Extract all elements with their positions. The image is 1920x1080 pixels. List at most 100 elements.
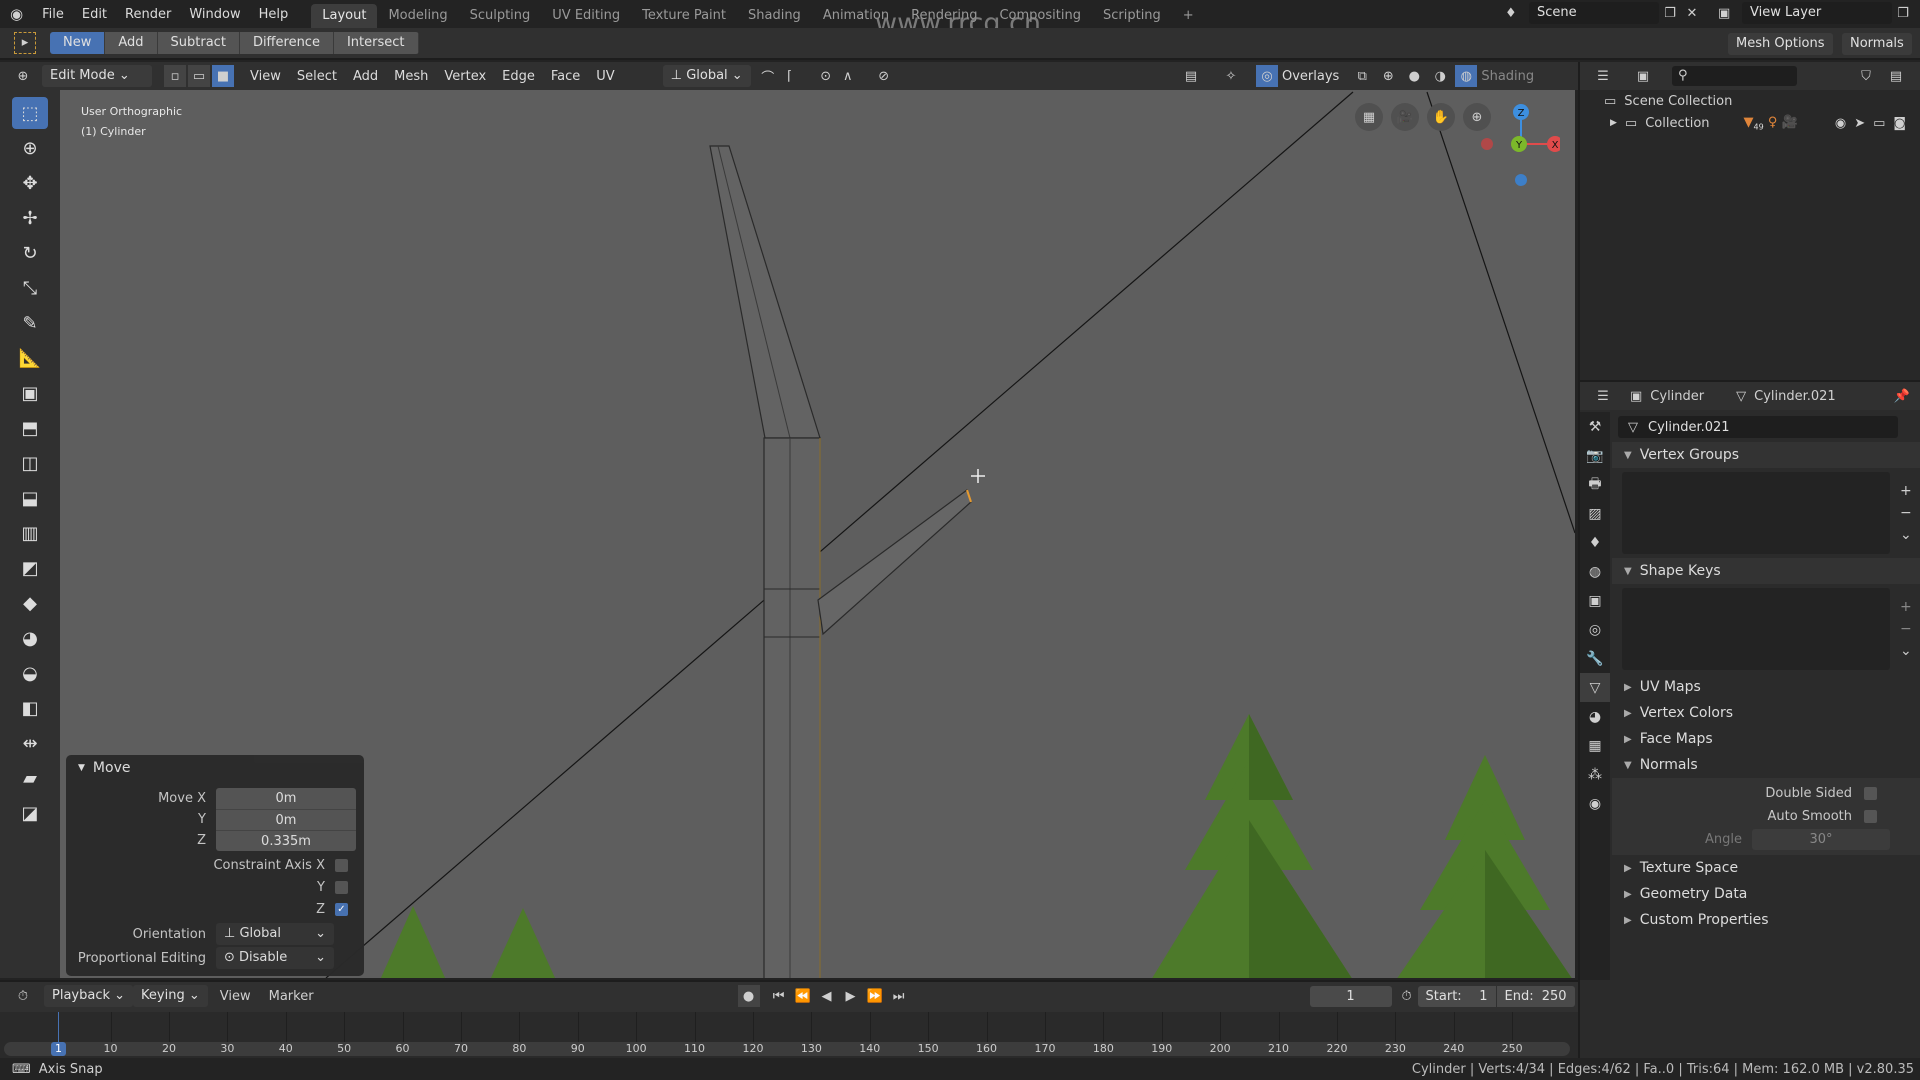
view-object-types-icon[interactable]: ▤	[1180, 65, 1202, 87]
scene-name[interactable]: Scene	[1529, 2, 1659, 24]
outliner-search-input[interactable]: ⚲	[1672, 66, 1797, 86]
vertex-groups-list[interactable]	[1622, 472, 1890, 554]
select-box-tool-icon[interactable]: ▸	[14, 32, 36, 54]
copy-scene-icon[interactable]: ❐	[1659, 2, 1681, 24]
mesh-datablock-field[interactable]: ▽ Cylinder.021	[1618, 416, 1898, 438]
pivot-icon[interactable]: ⊘	[873, 65, 895, 87]
jump-start-icon[interactable]: ⏮	[768, 985, 790, 1007]
overlays-dropdown[interactable]: Overlays	[1282, 69, 1339, 84]
remove-icon[interactable]: −	[1900, 502, 1912, 524]
render-tab-icon[interactable]: 📷	[1580, 441, 1610, 470]
overlays-toggle-icon[interactable]: ◎	[1256, 65, 1278, 87]
editor-type-icon[interactable]: ⊕	[12, 65, 34, 87]
constraint-x-checkbox[interactable]	[335, 858, 348, 872]
menu-view[interactable]: View	[242, 69, 289, 84]
panel-shape-keys[interactable]: ▼ Shape Keys	[1612, 558, 1920, 584]
shading-dropdown[interactable]: Shading	[1481, 69, 1534, 84]
xray-toggle-icon[interactable]: ⧉	[1351, 65, 1373, 87]
particles-tab-icon[interactable]: ⁂	[1580, 760, 1610, 789]
loop-cut-tool-icon[interactable]: ▥	[12, 517, 48, 549]
menu-add[interactable]: Add	[345, 69, 386, 84]
tab-uv-editing[interactable]: UV Editing	[541, 4, 631, 28]
move-axis-tool-icon[interactable]: ✢	[12, 202, 48, 234]
double-sided-checkbox[interactable]	[1864, 787, 1877, 800]
panel-vertex-colors[interactable]: ▶ Vertex Colors	[1612, 700, 1920, 726]
normals-dropdown[interactable]: Normals	[1842, 33, 1912, 55]
move-x-field[interactable]: 0m	[216, 788, 356, 809]
constraint-y-checkbox[interactable]	[335, 880, 348, 894]
shrink-fatten-tool-icon[interactable]: ⇹	[12, 727, 48, 759]
gizmo-toggle-icon[interactable]: ✧	[1220, 65, 1242, 87]
close-scene-icon[interactable]: ✕	[1681, 2, 1703, 24]
play-icon[interactable]: ▶	[840, 985, 862, 1007]
mode-add-button[interactable]: Add	[105, 32, 158, 54]
close-view-layer-icon[interactable]: ✕	[1914, 2, 1920, 24]
pan-hand-icon[interactable]: ✋	[1427, 103, 1455, 131]
output-tab-icon[interactable]: 🖶	[1580, 470, 1610, 499]
measure-tool-icon[interactable]: 📐	[12, 342, 48, 374]
tab-sculpting[interactable]: Sculpting	[459, 4, 542, 28]
pin-icon[interactable]: 📌	[1894, 389, 1910, 404]
mode-subtract-button[interactable]: Subtract	[157, 32, 240, 54]
display-mode-icon[interactable]: ☰	[1592, 65, 1614, 87]
modifier-tab-icon[interactable]: 🔧	[1580, 644, 1610, 673]
timeline-track[interactable]: 10 20 30 40 50 60 70 80 90 100 110 120 130 140 150 160 1…	[0, 1012, 1578, 1058]
proportional-editing-select[interactable]: ⊙ Disable ⌄	[216, 947, 334, 969]
copy-view-layer-icon[interactable]: ❐	[1892, 2, 1914, 24]
record-icon[interactable]: ●	[737, 985, 760, 1007]
world-tab-icon[interactable]: ◍	[1580, 557, 1610, 586]
tab-texture-paint[interactable]: Texture Paint	[631, 4, 737, 28]
auto-smooth-checkbox[interactable]	[1864, 810, 1877, 823]
inset-tool-icon[interactable]: ◫	[12, 447, 48, 479]
bevel-tool-icon[interactable]: ⬓	[12, 482, 48, 514]
rendered-shading-icon[interactable]: ◍	[1455, 65, 1478, 87]
spin-tool-icon[interactable]: ◕	[12, 622, 48, 654]
material-shading-icon[interactable]: ◑	[1429, 65, 1451, 87]
menu-select[interactable]: Select	[289, 69, 345, 84]
add-icon[interactable]: +	[1900, 596, 1912, 618]
mode-dropdown[interactable]: Edit Mode ⌄	[42, 65, 152, 87]
material-tab-icon[interactable]: ◕	[1580, 702, 1610, 731]
move-y-field[interactable]: 0m	[216, 809, 356, 830]
panel-geometry-data[interactable]: ▶ Geometry Data	[1612, 881, 1920, 907]
menu-window[interactable]: Window	[180, 7, 249, 22]
timeline-view-menu[interactable]: View	[220, 989, 251, 1004]
orientation-dropdown[interactable]: ⊥ Global ⌄	[662, 65, 751, 87]
rotate-tool-icon[interactable]: ↻	[12, 237, 48, 269]
menu-face[interactable]: Face	[543, 69, 588, 84]
editor-type-icon[interactable]: ⏱	[12, 985, 34, 1007]
move-tool-icon[interactable]: ✥	[12, 167, 48, 199]
new-collection-icon[interactable]: ▤	[1885, 65, 1907, 87]
jump-end-icon[interactable]: ⏭	[888, 985, 910, 1007]
add-icon[interactable]: +	[1900, 480, 1912, 502]
scale-tool-icon[interactable]: ⤡	[12, 272, 48, 304]
mode-intersect-button[interactable]: Intersect	[333, 32, 419, 54]
object-tab-icon[interactable]: ▣	[1580, 586, 1610, 615]
falloff-icon[interactable]: ∧	[837, 65, 859, 87]
cursor-tool-icon[interactable]: ⊕	[12, 132, 48, 164]
next-keyframe-icon[interactable]: ⏩	[864, 985, 886, 1007]
keying-menu[interactable]: Keying ⌄	[133, 985, 208, 1007]
blender-logo-icon[interactable]: ◉	[10, 5, 23, 23]
proportional-edit-icon[interactable]: ⊙	[815, 65, 837, 87]
tool-tab-icon[interactable]: ⚒	[1580, 412, 1610, 441]
menu-help[interactable]: Help	[250, 7, 298, 22]
view-layer-name[interactable]: View Layer	[1742, 2, 1892, 24]
scene-selector[interactable]: ♦ Scene ❐ ✕	[1505, 2, 1703, 24]
panel-face-maps[interactable]: ▶ Face Maps	[1612, 726, 1920, 752]
view-layer-selector[interactable]: ▣ View Layer ❐ ✕	[1718, 2, 1920, 24]
annotate-tool-icon[interactable]: ✎	[12, 307, 48, 339]
shape-keys-list[interactable]	[1622, 588, 1890, 670]
mode-new-button[interactable]: New	[50, 32, 106, 54]
preview-range-icon[interactable]: ⏱	[1396, 985, 1418, 1007]
current-frame-field[interactable]: 1	[1309, 985, 1392, 1007]
rip-tool-icon[interactable]: ◪	[12, 797, 48, 829]
panel-vertex-groups[interactable]: ▼ Vertex Groups	[1612, 442, 1920, 468]
extrude-tool-icon[interactable]: ⬒	[12, 412, 48, 444]
angle-field[interactable]: 30°	[1752, 829, 1890, 850]
edge-slide-tool-icon[interactable]: ◧	[12, 692, 48, 724]
scene-collection-row[interactable]: ▭ Scene Collection	[1580, 90, 1920, 112]
shear-tool-icon[interactable]: ▰	[12, 762, 48, 794]
scene-tab-icon[interactable]: ♦	[1580, 528, 1610, 557]
camera-view-icon[interactable]: 🎥	[1391, 103, 1419, 131]
